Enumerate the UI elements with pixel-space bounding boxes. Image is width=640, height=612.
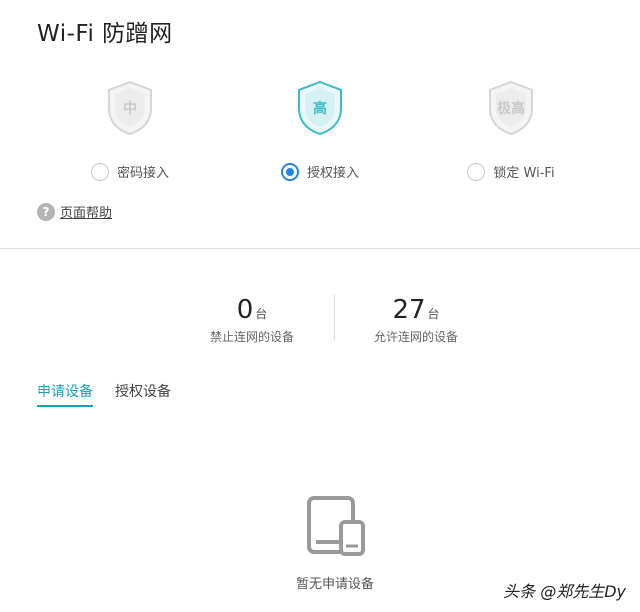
stat-blocked-value: 0 [236,295,254,325]
tablet-phone-icon [306,496,366,556]
stat-allowed-label: 允许连网的设备 [373,330,458,344]
tab-authorized-devices[interactable]: 授权设备 [115,381,171,407]
option-lock-wifi-label: 锁定 Wi-Fi [493,166,555,181]
stat-blocked-label: 禁止连网的设备 [209,330,294,344]
device-tabs: 申请设备 授权设备 [37,381,171,407]
stat-allowed-unit: 台 [427,307,440,321]
question-icon: ? [37,202,55,221]
watermark: 头条 @郑先生Dy [503,582,626,601]
section-divider [0,248,640,249]
security-levels: 中 密码接入 高 授权接入 极高 锁定 Wi-Fi [0,80,640,190]
help-label: 页面帮助 [60,206,113,221]
option-lock-wifi[interactable]: 锁定 Wi-Fi [441,162,581,181]
shield-medium-badge: 中 [123,101,137,117]
stat-allowed-devices: 27 台 允许连网的设备 [326,295,506,345]
option-password-access[interactable]: 密码接入 [60,162,200,181]
radio-authorized-access[interactable] [280,162,299,181]
shield-very-high-icon: 极高 [487,80,535,136]
level-medium[interactable]: 中 密码接入 [60,80,200,190]
stat-allowed-value: 27 [392,295,426,325]
page-title: Wi-Fi 防蹭网 [37,21,173,47]
radio-lock-wifi[interactable] [467,162,486,181]
option-password-access-label: 密码接入 [116,166,169,181]
help-link[interactable]: ? 页面帮助 [37,202,112,221]
radio-password-access[interactable] [90,162,109,181]
level-high[interactable]: 高 授权接入 [250,80,390,190]
tab-pending-devices[interactable]: 申请设备 [37,381,93,407]
shield-high-icon: 高 [296,80,344,136]
option-authorized-access-label: 授权接入 [306,166,359,181]
level-very-high[interactable]: 极高 锁定 Wi-Fi [441,80,581,190]
shield-high-badge: 高 [313,101,327,117]
shield-medium-icon: 中 [106,80,154,136]
shield-very-high-badge: 极高 [497,101,525,117]
option-authorized-access[interactable]: 授权接入 [250,162,390,181]
stat-blocked-devices: 0 台 禁止连网的设备 [162,295,342,345]
stat-blocked-unit: 台 [255,307,268,321]
